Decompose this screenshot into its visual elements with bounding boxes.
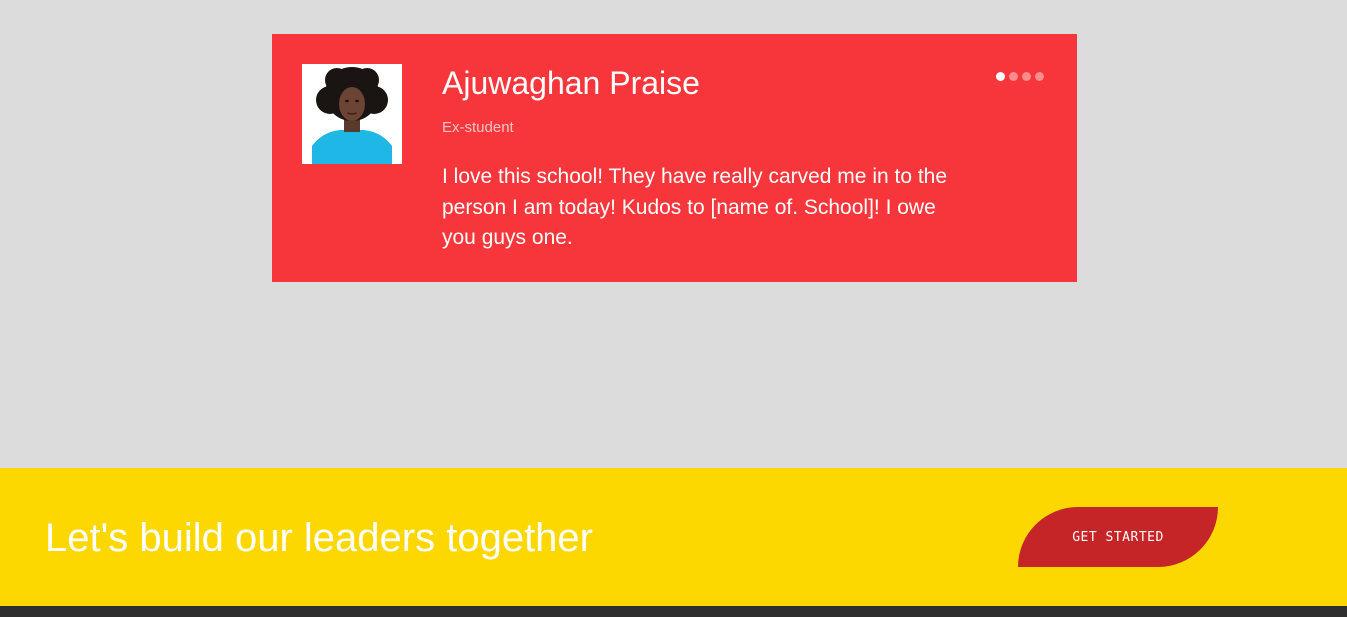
- carousel-dots: [996, 72, 1044, 82]
- avatar: [302, 64, 402, 164]
- carousel-dot-4[interactable]: [1035, 72, 1044, 81]
- get-started-button[interactable]: GET STARTED: [1018, 507, 1218, 567]
- footer-strip: [0, 606, 1347, 617]
- carousel-dot-2[interactable]: [1009, 72, 1018, 81]
- carousel-dot-3[interactable]: [1022, 72, 1031, 81]
- carousel-dot-1[interactable]: [996, 72, 1005, 81]
- testimonial-quote: I love this school! They have really car…: [442, 165, 948, 249]
- cta-heading: Let's build our leaders together: [45, 516, 593, 560]
- testimonial-role: Ex-student: [442, 119, 514, 136]
- testimonial-section: Ajuwaghan Praise Ex-student I love this …: [0, 0, 1347, 468]
- testimonial-name: Ajuwaghan Praise: [442, 65, 700, 101]
- testimonial-card: Ajuwaghan Praise Ex-student I love this …: [272, 34, 1077, 282]
- person-portrait-icon: [302, 64, 402, 164]
- page: Ajuwaghan Praise Ex-student I love this …: [0, 0, 1347, 617]
- cta-banner: Let's build our leaders together GET STA…: [0, 468, 1347, 606]
